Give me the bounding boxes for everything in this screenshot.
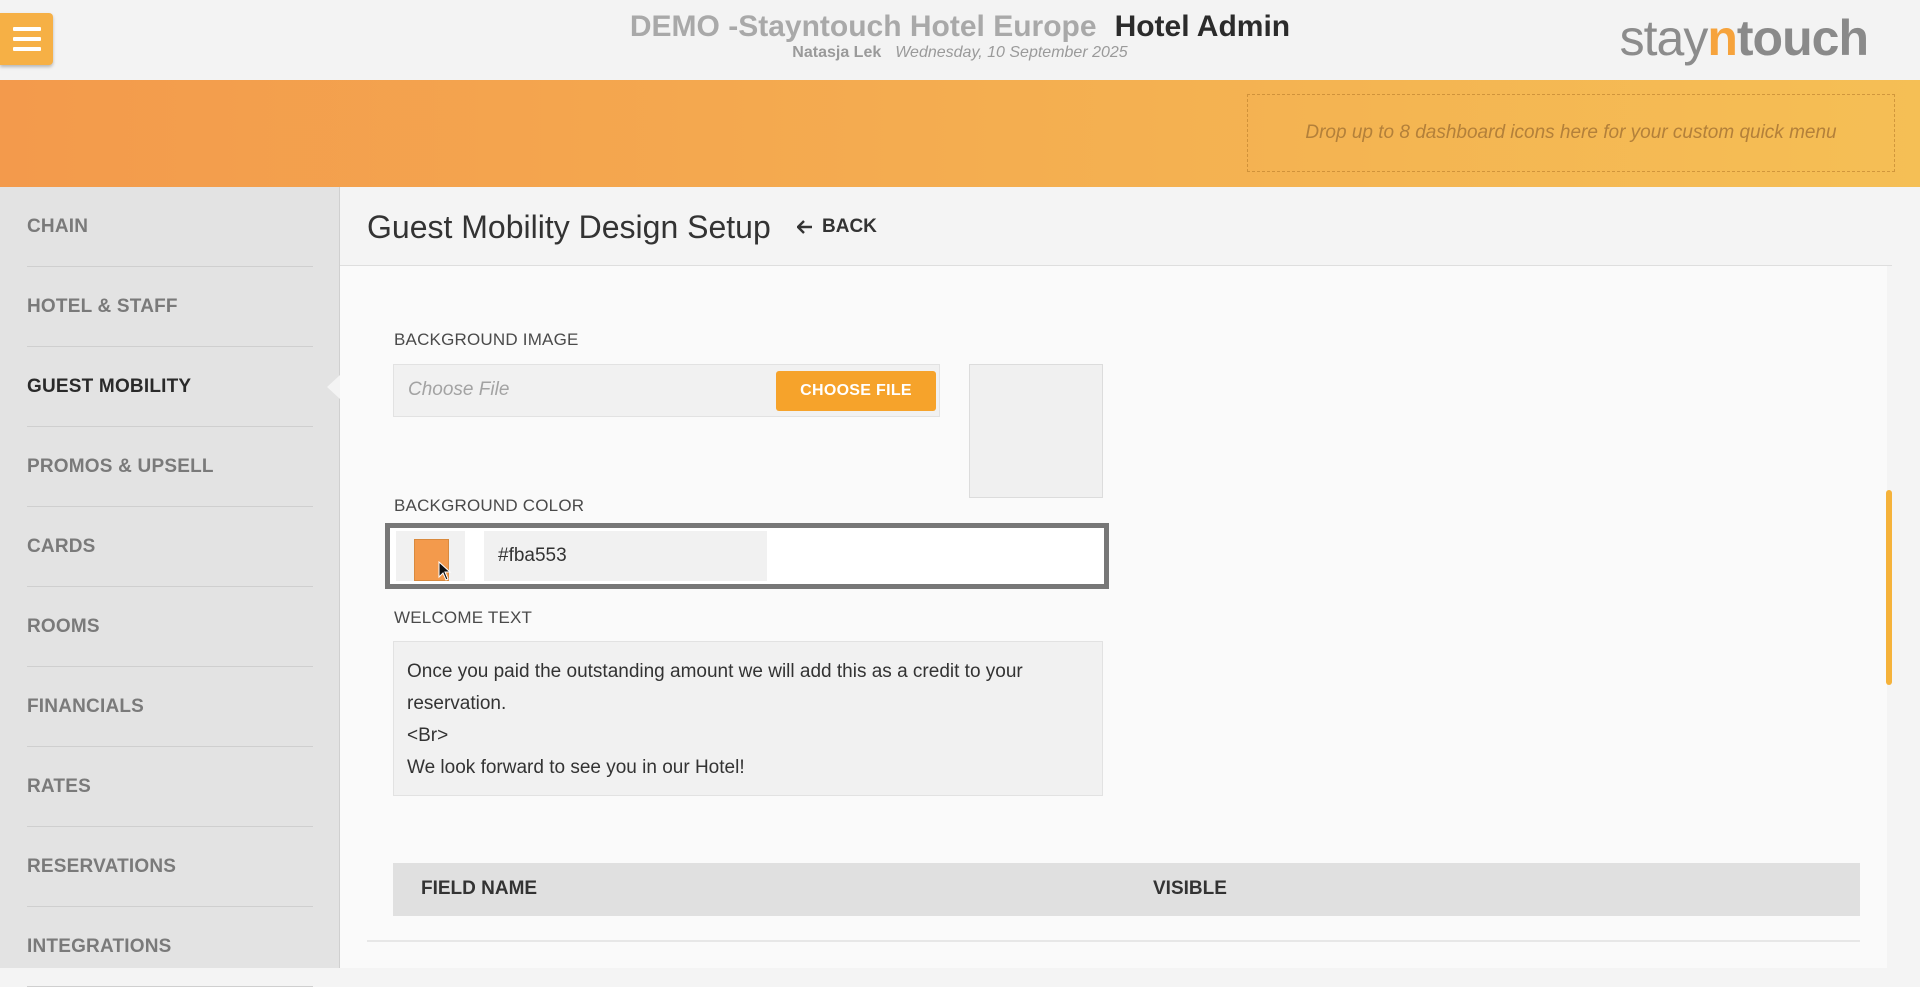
background-color-input[interactable]: #fba553 bbox=[484, 531, 767, 581]
fields-table-header: FIELD NAME VISIBLE bbox=[393, 863, 1860, 916]
sidebar-item-financials[interactable]: FINANCIALS bbox=[27, 667, 313, 747]
background-image-preview bbox=[969, 364, 1103, 498]
sidebar-item-rooms[interactable]: ROOMS bbox=[27, 587, 313, 667]
mouse-cursor-icon bbox=[438, 561, 452, 581]
background-image-file-input[interactable]: Choose File CHOOSE FILE bbox=[393, 364, 940, 417]
choose-file-button[interactable]: CHOOSE FILE bbox=[776, 371, 936, 411]
app-name: Hotel Admin bbox=[1114, 10, 1291, 43]
background-color-label: BACKGROUND COLOR bbox=[394, 496, 585, 515]
quick-menu-band: Drop up to 8 dashboard icons here for yo… bbox=[0, 80, 1920, 187]
hotel-name: DEMO -Stayntouch Hotel Europe bbox=[629, 10, 1097, 43]
page-title: Guest Mobility Design Setup bbox=[367, 209, 771, 245]
scrollbar[interactable] bbox=[1886, 490, 1892, 685]
sidebar-item-hotel-staff[interactable]: HOTEL & STAFF bbox=[27, 267, 313, 347]
sidebar-item-cards[interactable]: CARDS bbox=[27, 507, 313, 587]
arrow-left-icon bbox=[797, 220, 812, 234]
stayntouch-logo: stayntouch bbox=[1619, 8, 1869, 68]
back-button[interactable]: BACK bbox=[797, 216, 877, 238]
quick-menu-dropzone[interactable]: Drop up to 8 dashboard icons here for yo… bbox=[1247, 94, 1895, 172]
table-divider bbox=[367, 940, 1860, 942]
sidebar-item-rates[interactable]: RATES bbox=[27, 747, 313, 827]
current-date: Wednesday, 10 September 2025 bbox=[895, 44, 1128, 61]
welcome-text-label: WELCOME TEXT bbox=[394, 608, 533, 627]
file-input-placeholder: Choose File bbox=[408, 379, 510, 400]
logo-text-n: n bbox=[1707, 10, 1738, 66]
sidebar-item-integrations[interactable]: INTEGRATIONS bbox=[27, 907, 313, 987]
background-image-label: BACKGROUND IMAGE bbox=[394, 330, 579, 349]
logo-text-stay: stay bbox=[1619, 10, 1709, 66]
logo-text-touch: touch bbox=[1736, 10, 1869, 66]
welcome-text-textarea[interactable]: Once you paid the outstanding amount we … bbox=[393, 641, 1103, 796]
sidebar-item-reservations[interactable]: RESERVATIONS bbox=[27, 827, 313, 907]
top-header: DEMO -Stayntouch Hotel Europe Hotel Admin… bbox=[0, 0, 1920, 80]
sidebar-item-chain[interactable]: CHAIN bbox=[27, 187, 313, 267]
back-label: BACK bbox=[822, 216, 877, 237]
sidebar-item-guest-mobility[interactable]: GUEST MOBILITY bbox=[27, 347, 313, 427]
sidebar-item-promos-upsell[interactable]: PROMOS & UPSELL bbox=[27, 427, 313, 507]
column-header-field-name: FIELD NAME bbox=[421, 878, 538, 899]
background-color-field: #fba553 bbox=[385, 523, 1109, 589]
active-item-indicator bbox=[327, 375, 340, 399]
user-name: Natasja Lek bbox=[792, 44, 882, 61]
color-picker[interactable] bbox=[396, 531, 465, 581]
sidebar: CHAIN HOTEL & STAFF GUEST MOBILITY PROMO… bbox=[0, 187, 340, 987]
column-header-visible: VISIBLE bbox=[1153, 878, 1227, 899]
